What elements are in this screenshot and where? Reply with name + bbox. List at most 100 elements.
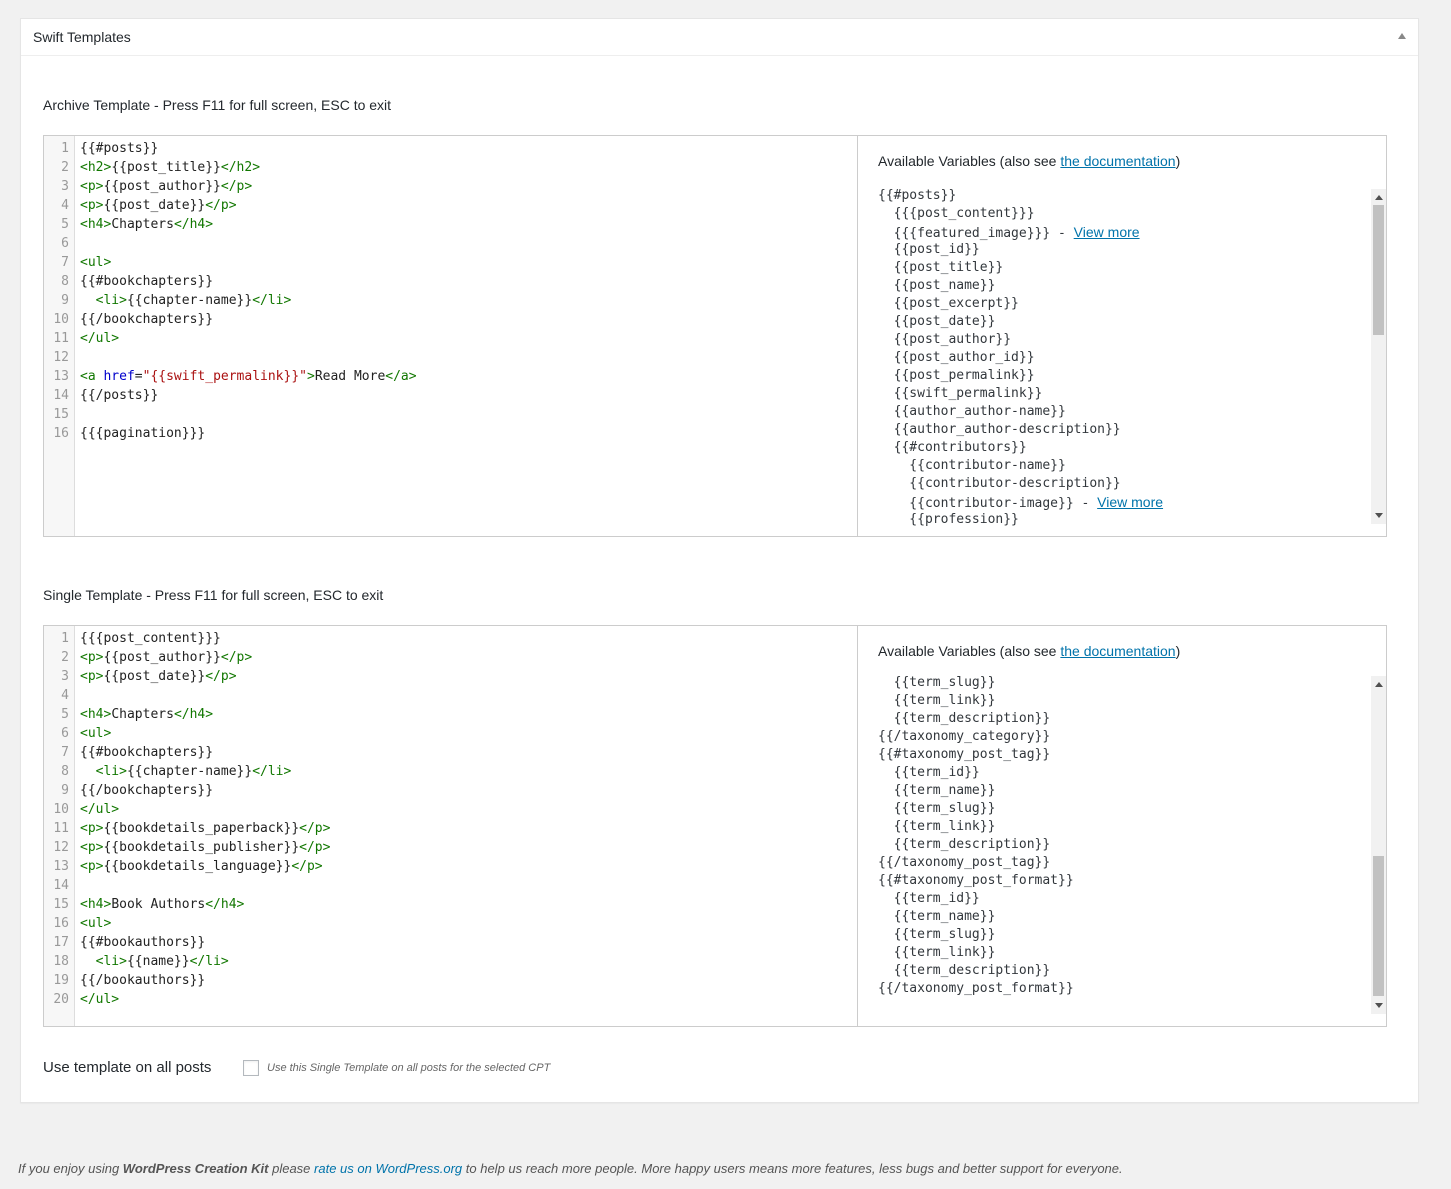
line-content[interactable]: <p>{{post_author}}</p> — [80, 177, 252, 196]
scroll-thumb[interactable] — [1373, 205, 1384, 335]
code-line[interactable]: 15 — [44, 405, 857, 424]
view-more-link[interactable]: View more — [1074, 224, 1140, 240]
archive-code-editor[interactable]: 1 {{#posts}} 2 <h2>{{post_title}}</h2> 3 <p>{… — [44, 136, 858, 536]
view-more-link[interactable]: View more — [1097, 494, 1163, 510]
line-content[interactable]: <p>{{bookdetails_publisher}}</p> — [80, 838, 330, 857]
scroll-up-icon[interactable] — [1375, 195, 1383, 200]
line-number: 13 — [53, 369, 69, 384]
code-line[interactable]: 18 <li>{{name}}</li> — [44, 952, 857, 971]
code-line[interactable]: 8 {{#bookchapters}} — [44, 272, 857, 291]
code-line[interactable]: 14 {{/posts}} — [44, 386, 857, 405]
code-line[interactable]: 12 <p>{{bookdetails_publisher}}</p> — [44, 838, 857, 857]
scroll-down-icon[interactable] — [1375, 513, 1383, 518]
code-line[interactable]: 1 {{#posts}} — [44, 139, 857, 158]
code-line[interactable]: 10 {{/bookchapters}} — [44, 310, 857, 329]
code-line[interactable]: 13 <a href="{{swift_permalink}}">Read Mor… — [44, 367, 857, 386]
code-line[interactable]: 4 — [44, 686, 857, 705]
code-line[interactable]: 11 </ul> — [44, 329, 857, 348]
line-number: 8 — [61, 274, 69, 289]
line-content[interactable]: {{#bookchapters}} — [80, 743, 213, 762]
variable-item: {{/taxonomy_post_format}} — [878, 980, 1386, 998]
footer-mid: please — [268, 1161, 315, 1176]
code-line[interactable]: 11 <p>{{bookdetails_paperback}}</p> — [44, 819, 857, 838]
variable-text: {{#contributors}} — [878, 440, 1027, 455]
code-line[interactable]: 16 <ul> — [44, 914, 857, 933]
code-line[interactable]: 20 </ul> — [44, 990, 857, 1009]
line-content[interactable]: {{/bookauthors}} — [80, 971, 205, 990]
code-line[interactable]: 6 <ul> — [44, 724, 857, 743]
metabox-title: Swift Templates — [33, 29, 131, 45]
variables-list[interactable]: {{#posts}} {{{post_content}}} {{{feature… — [878, 187, 1386, 526]
line-content[interactable]: <li>{{chapter-name}}</li> — [80, 762, 292, 781]
code-line[interactable]: 12 — [44, 348, 857, 367]
collapse-arrow-icon[interactable] — [1398, 33, 1406, 39]
code-line[interactable]: 19 {{/bookauthors}} — [44, 971, 857, 990]
variables-scrollbar[interactable] — [1371, 676, 1386, 1014]
line-content[interactable]: {{/posts}} — [80, 386, 158, 405]
single-code-editor[interactable]: 1 {{{post_content}}} 2 <p>{{post_author}}</… — [44, 626, 858, 1026]
line-content[interactable]: <li>{{chapter-name}}</li> — [80, 291, 292, 310]
line-content[interactable]: <p>{{post_author}}</p> — [80, 648, 252, 667]
code-line[interactable]: 7 <ul> — [44, 253, 857, 272]
code-line[interactable]: 8 <li>{{chapter-name}}</li> — [44, 762, 857, 781]
line-content[interactable]: <p>{{post_date}}</p> — [80, 196, 237, 215]
line-content[interactable]: <ul> — [80, 914, 111, 933]
line-content[interactable]: </ul> — [80, 990, 119, 1009]
rate-us-link[interactable]: rate us on WordPress.org — [314, 1161, 462, 1176]
variable-text: {{term_id}} — [878, 765, 980, 780]
scroll-thumb[interactable] — [1373, 856, 1384, 996]
code-line[interactable]: 15 <h4>Book Authors</h4> — [44, 895, 857, 914]
line-content[interactable]: <h2>{{post_title}}</h2> — [80, 158, 260, 177]
variables-list[interactable]: {{term_slug}} {{term_link}} {{term_descr… — [878, 674, 1386, 1016]
line-content[interactable]: {{#bookchapters}} — [80, 272, 213, 291]
line-content[interactable]: <p>{{bookdetails_paperback}}</p> — [80, 819, 330, 838]
line-content[interactable]: <ul> — [80, 724, 111, 743]
archive-variables-panel: Available Variables (also see the docume… — [858, 136, 1386, 536]
code-line[interactable]: 9 <li>{{chapter-name}}</li> — [44, 291, 857, 310]
line-content[interactable]: {{/bookchapters}} — [80, 310, 213, 329]
code-line[interactable]: 10 </ul> — [44, 800, 857, 819]
code-lines[interactable]: 1 {{#posts}} 2 <h2>{{post_title}}</h2> 3 <p>{… — [44, 139, 857, 443]
code-line[interactable]: 2 <p>{{post_author}}</p> — [44, 648, 857, 667]
code-line[interactable]: 1 {{{post_content}}} — [44, 629, 857, 648]
variable-item: {{term_description}} — [878, 962, 1386, 980]
line-content[interactable]: {{{post_content}}} — [80, 629, 221, 648]
scroll-up-icon[interactable] — [1375, 682, 1383, 687]
code-line[interactable]: 6 — [44, 234, 857, 253]
line-content[interactable]: <p>{{bookdetails_language}}</p> — [80, 857, 323, 876]
code-line[interactable]: 9 {{/bookchapters}} — [44, 781, 857, 800]
code-line[interactable]: 14 — [44, 876, 857, 895]
code-lines[interactable]: 1 {{{post_content}}} 2 <p>{{post_author}}</… — [44, 629, 857, 1009]
code-line[interactable]: 3 <p>{{post_date}}</p> — [44, 667, 857, 686]
line-content[interactable]: <li>{{name}}</li> — [80, 952, 229, 971]
line-content[interactable]: <h4>Book Authors</h4> — [80, 895, 244, 914]
code-line[interactable]: 5 <h4>Chapters</h4> — [44, 215, 857, 234]
line-content[interactable]: {{{pagination}}} — [80, 424, 205, 443]
line-content[interactable]: <h4>Chapters</h4> — [80, 215, 213, 234]
line-content[interactable]: <ul> — [80, 253, 111, 272]
line-content[interactable]: <p>{{post_date}}</p> — [80, 667, 237, 686]
code-line[interactable]: 5 <h4>Chapters</h4> — [44, 705, 857, 724]
code-line[interactable]: 16 {{{pagination}}} — [44, 424, 857, 443]
code-line[interactable]: 4 <p>{{post_date}}</p> — [44, 196, 857, 215]
line-content[interactable]: </ul> — [80, 329, 119, 348]
code-line[interactable]: 2 <h2>{{post_title}}</h2> — [44, 158, 857, 177]
code-line[interactable]: 3 <p>{{post_author}}</p> — [44, 177, 857, 196]
code-line[interactable]: 17 {{#bookauthors}} — [44, 933, 857, 952]
scroll-down-icon[interactable] — [1375, 1003, 1383, 1008]
line-content[interactable]: <h4>Chapters</h4> — [80, 705, 213, 724]
line-content[interactable]: {{#bookauthors}} — [80, 933, 205, 952]
line-content[interactable]: <a href="{{swift_permalink}}">Read More<… — [80, 367, 417, 386]
code-line[interactable]: 13 <p>{{bookdetails_language}}</p> — [44, 857, 857, 876]
line-content[interactable]: </ul> — [80, 800, 119, 819]
line-content[interactable]: {{/bookchapters}} — [80, 781, 213, 800]
documentation-link[interactable]: the documentation — [1060, 643, 1175, 659]
variable-item: {{term_name}} — [878, 908, 1386, 926]
use-template-checkbox[interactable] — [243, 1060, 259, 1076]
documentation-link[interactable]: the documentation — [1060, 153, 1175, 169]
line-number: 11 — [53, 821, 69, 836]
metabox-header[interactable]: Swift Templates — [21, 19, 1418, 56]
line-content[interactable]: {{#posts}} — [80, 139, 158, 158]
code-line[interactable]: 7 {{#bookchapters}} — [44, 743, 857, 762]
variables-scrollbar[interactable] — [1371, 189, 1386, 524]
